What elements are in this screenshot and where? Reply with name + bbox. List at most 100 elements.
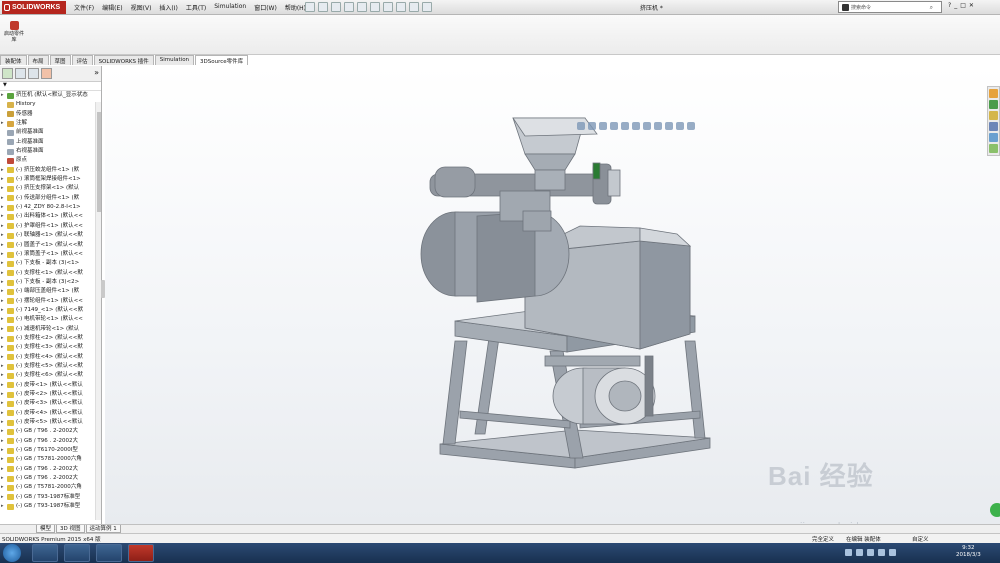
tree-item[interactable]: ▸ (-) 滚筒盖子<1> (默认<< bbox=[1, 250, 101, 259]
expand-icon[interactable]: ▸ bbox=[1, 287, 6, 296]
tree-item[interactable]: ▸ (-) GB / T96 . 2-2002大 bbox=[1, 474, 101, 483]
search-input[interactable]: 搜索命令 ⌕ bbox=[838, 1, 942, 13]
expand-panel-icon[interactable]: » bbox=[94, 68, 99, 79]
expand-icon[interactable]: ▸ bbox=[1, 315, 6, 324]
tree-item[interactable]: ▸ (-) 42_ZDY 80-2.8-I<1> bbox=[1, 203, 101, 212]
menu-insert[interactable]: 插入(I) bbox=[159, 3, 177, 12]
expand-icon[interactable]: ▸ bbox=[1, 250, 6, 259]
tree-item[interactable]: ▸ (-) 皮带<1> (默认<<默认 bbox=[1, 381, 101, 390]
tree-item[interactable]: ▸ (-) 护罩组件<1> (默认<< bbox=[1, 222, 101, 231]
file-explorer-icon[interactable] bbox=[989, 111, 998, 120]
expand-icon[interactable]: ▸ bbox=[1, 269, 6, 278]
tree-item[interactable]: ▸ (-) 支撑柱<1> (默认<<默 bbox=[1, 269, 101, 278]
tree-item[interactable]: ▸ (-) 7149_<1> (默认<<默 bbox=[1, 306, 101, 315]
tree-item[interactable]: ▸ (-) GB / T5781-2000六角 bbox=[1, 455, 101, 464]
tree-item[interactable]: ▸ (-) GB / T96 . 2-2002大 bbox=[1, 465, 101, 474]
tab-model[interactable]: 模型 bbox=[36, 525, 56, 533]
tray-input-icon[interactable] bbox=[878, 549, 885, 556]
menu-edit[interactable]: 编辑(E) bbox=[102, 3, 122, 12]
tree-item[interactable]: History bbox=[1, 100, 101, 109]
expand-icon[interactable]: ▸ bbox=[1, 371, 6, 380]
expand-icon[interactable]: ▸ bbox=[1, 353, 6, 362]
launch-part-library-button[interactable]: 启动零件库 bbox=[3, 21, 25, 43]
help-icon[interactable]: ? bbox=[948, 2, 951, 9]
expand-icon[interactable]: ▸ bbox=[1, 212, 6, 221]
open-icon[interactable] bbox=[331, 2, 341, 12]
expand-icon[interactable]: ▸ bbox=[1, 241, 6, 250]
tree-item[interactable]: ▸ (-) 圆盖子<1> (默认<<默 bbox=[1, 241, 101, 250]
expand-icon[interactable]: ▸ bbox=[1, 465, 6, 474]
tree-item[interactable]: ▸ (-) 电机带轮<1> (默认<< bbox=[1, 315, 101, 324]
property-manager-icon[interactable] bbox=[15, 68, 26, 79]
tree-item[interactable]: ▸ (-) 减速机带轮<1> (默认 bbox=[1, 325, 101, 334]
tab-simulation[interactable]: Simulation bbox=[154, 55, 195, 65]
menu-window[interactable]: 窗口(W) bbox=[254, 3, 277, 12]
options-icon[interactable] bbox=[422, 2, 432, 12]
start-button[interactable] bbox=[3, 544, 21, 562]
menu-simulation[interactable]: Simulation bbox=[214, 3, 246, 12]
tree-item[interactable]: ▸ (-) 支撑柱<4> (默认<<默 bbox=[1, 353, 101, 362]
design-library-icon[interactable] bbox=[989, 100, 998, 109]
tab-3dsource[interactable]: 3DSource零件库 bbox=[195, 55, 249, 65]
custom-properties-icon[interactable] bbox=[989, 144, 998, 153]
select-icon[interactable] bbox=[383, 2, 393, 12]
tab-motion-study[interactable]: 运动算例 1 bbox=[85, 525, 121, 533]
tree-item[interactable]: ▸ (-) 联轴器<1> (默认<<默 bbox=[1, 231, 101, 240]
tab-3d-views[interactable]: 3D 视图 bbox=[56, 525, 85, 533]
taskbar-clock[interactable]: 9:32 2018/3/3 bbox=[956, 545, 981, 559]
expand-icon[interactable]: ▸ bbox=[1, 175, 6, 184]
tree-item[interactable]: ▸ (-) 支撑柱<5> (默认<<默 bbox=[1, 362, 101, 371]
hide-show-items-icon[interactable] bbox=[654, 122, 662, 130]
tab-sketch[interactable]: 草图 bbox=[49, 55, 71, 65]
expand-icon[interactable]: ▸ bbox=[1, 166, 6, 175]
scrollbar-thumb[interactable] bbox=[97, 112, 101, 212]
tree-item[interactable]: ▸ (-) 滚筒框架焊接组件<1> bbox=[1, 175, 101, 184]
search-icon[interactable]: ⌕ bbox=[930, 4, 933, 12]
tree-item[interactable]: ▸ (-) 皮带<5> (默认<<默认 bbox=[1, 418, 101, 427]
expand-icon[interactable]: ▸ bbox=[1, 91, 6, 100]
taskbar-app-360[interactable] bbox=[96, 544, 122, 562]
taskbar-app-explorer[interactable] bbox=[64, 544, 90, 562]
apply-scene-icon[interactable] bbox=[676, 122, 684, 130]
tree-item[interactable]: ▸ (-) GB / T93-1987标准型 bbox=[1, 502, 101, 511]
menu-tools[interactable]: 工具(T) bbox=[186, 3, 206, 12]
expand-icon[interactable]: ▸ bbox=[1, 194, 6, 203]
expand-icon[interactable]: ▸ bbox=[1, 334, 6, 343]
print-icon[interactable] bbox=[357, 2, 367, 12]
expand-icon[interactable]: ▸ bbox=[1, 184, 6, 193]
pin-icon[interactable] bbox=[305, 2, 315, 12]
taskbar-app-browser[interactable] bbox=[32, 544, 58, 562]
expand-icon[interactable]: ▸ bbox=[1, 455, 6, 464]
tray-volume-icon[interactable] bbox=[856, 549, 863, 556]
tree-item[interactable]: 传感器 bbox=[1, 110, 101, 119]
menu-view[interactable]: 视图(V) bbox=[131, 3, 152, 12]
tree-item[interactable]: ▸ (-) 出料箱体<1> (默认<< bbox=[1, 212, 101, 221]
tree-item[interactable]: ▸ 挤压机 (默认<默认_显示状态 bbox=[1, 91, 101, 100]
tree-item[interactable]: ▸ (-) GB / T93-1987标准型 bbox=[1, 493, 101, 502]
expand-icon[interactable]: ▸ bbox=[1, 483, 6, 492]
undo-icon[interactable] bbox=[370, 2, 380, 12]
expand-icon[interactable]: ▸ bbox=[1, 474, 6, 483]
tree-item[interactable]: ▸ (-) 支撑柱<3> (默认<<默 bbox=[1, 343, 101, 352]
tab-evaluate[interactable]: 评估 bbox=[71, 55, 93, 65]
zoom-to-area-icon[interactable] bbox=[588, 122, 596, 130]
tree-item[interactable]: ▸ (-) 皮带<3> (默认<<默认 bbox=[1, 399, 101, 408]
expand-icon[interactable]: ▸ bbox=[1, 119, 6, 128]
expand-icon[interactable]: ▸ bbox=[1, 399, 6, 408]
tree-item[interactable]: ▸ (-) 支撑柱<6> (默认<<默 bbox=[1, 371, 101, 380]
expand-icon[interactable]: ▸ bbox=[1, 325, 6, 334]
tree-item[interactable]: ▸ (-) 摆轮组件<1> (默认<< bbox=[1, 297, 101, 306]
tab-assembly[interactable]: 装配体 bbox=[0, 55, 27, 65]
tree-item[interactable]: ▸ (-) GB / T5781-2000六角 bbox=[1, 483, 101, 492]
tree-item[interactable]: 原点 bbox=[1, 156, 101, 165]
minimize-icon[interactable]: _ bbox=[954, 2, 957, 9]
expand-icon[interactable]: ▸ bbox=[1, 362, 6, 371]
tray-flag-icon[interactable] bbox=[867, 549, 874, 556]
save-icon[interactable] bbox=[344, 2, 354, 12]
tree-item[interactable]: ▸ (-) 传送部分组件<1> (默 bbox=[1, 194, 101, 203]
tree-item[interactable]: 前视基准面 bbox=[1, 128, 101, 137]
tree-item[interactable]: ▸ (-) 下支板 - 副本 (3)<2> bbox=[1, 278, 101, 287]
tree-item[interactable]: ▸ (-) 支撑柱<2> (默认<<默 bbox=[1, 334, 101, 343]
taskbar-app-solidworks[interactable] bbox=[128, 544, 154, 562]
tree-item[interactable]: ▸ (-) 皮带<2> (默认<<默认 bbox=[1, 390, 101, 399]
